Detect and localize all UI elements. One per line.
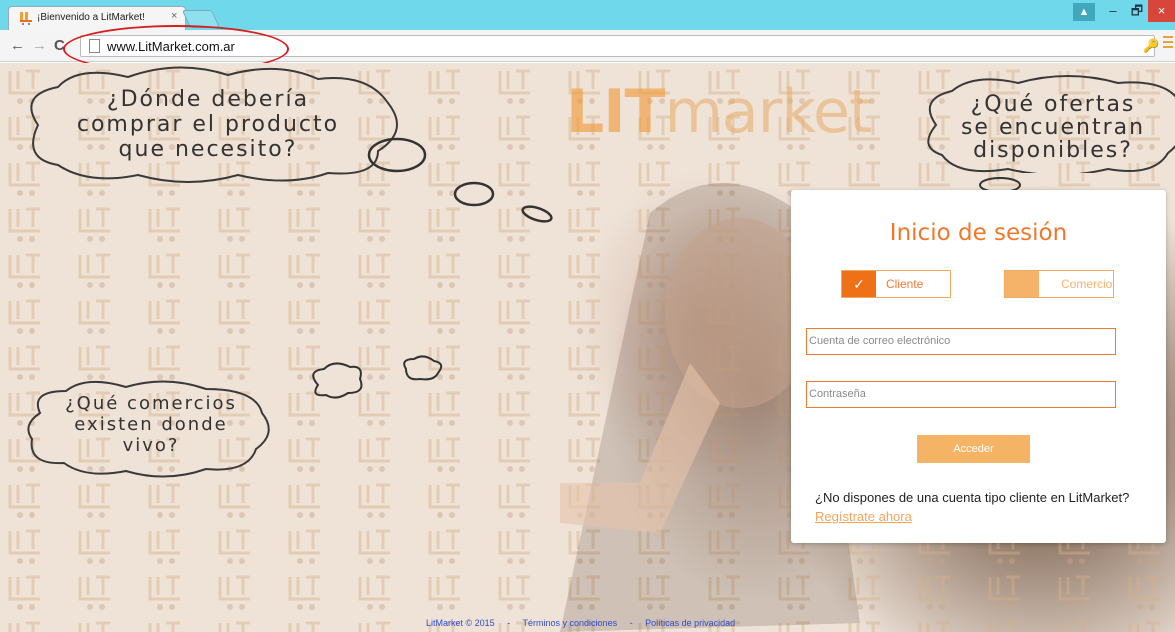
check-icon: ✓ bbox=[842, 271, 876, 297]
signup-question: ¿No dispones de una cuenta tipo cliente … bbox=[815, 490, 1130, 505]
password-field[interactable]: Contraseña bbox=[806, 381, 1116, 408]
tab-title: ¡Bienvenido a LitMarket! bbox=[37, 12, 145, 23]
profile-icon[interactable]: ▲ bbox=[1073, 3, 1095, 21]
login-button[interactable]: Acceder bbox=[917, 435, 1030, 463]
minimize-button[interactable]: – bbox=[1100, 0, 1126, 22]
litmarket-favicon-icon bbox=[20, 12, 32, 25]
footer-separator: - bbox=[507, 618, 511, 628]
account-type-cliente[interactable]: ✓ Cliente bbox=[841, 270, 951, 298]
footer-copyright: LitMarket © 2015 bbox=[426, 618, 495, 628]
footer: LitMarket © 2015 - Términos y condicione… bbox=[426, 618, 745, 628]
tab-close-icon[interactable]: × bbox=[171, 10, 177, 22]
comercio-label: Comercio bbox=[1061, 277, 1113, 291]
unchecked-box bbox=[1005, 271, 1039, 297]
footer-privacy-link[interactable]: Políticas de privacidad bbox=[645, 618, 735, 628]
login-card: Inicio de sesión ✓ Cliente Comercio Cuen… bbox=[791, 190, 1166, 543]
forward-button[interactable]: → bbox=[32, 37, 47, 54]
email-field[interactable]: Cuenta de correo electrónico bbox=[806, 328, 1116, 355]
menu-icon[interactable] bbox=[1163, 36, 1173, 50]
close-window-button[interactable]: × bbox=[1148, 0, 1175, 22]
login-title: Inicio de sesión bbox=[889, 220, 1068, 246]
maximize-button[interactable]: 🗗 bbox=[1124, 0, 1150, 22]
footer-separator: - bbox=[629, 618, 633, 628]
signup-link[interactable]: Regístrate ahora bbox=[815, 509, 912, 524]
account-type-comercio[interactable]: Comercio bbox=[1004, 270, 1114, 298]
page-background: LITmarket ¿Dónde debería comprar el prod… bbox=[0, 63, 1175, 632]
key-icon[interactable]: 🔑 bbox=[1143, 38, 1159, 54]
footer-terms-link[interactable]: Términos y condiciones bbox=[523, 618, 618, 628]
back-button[interactable]: ← bbox=[10, 37, 25, 54]
cliente-label: Cliente bbox=[886, 277, 924, 291]
